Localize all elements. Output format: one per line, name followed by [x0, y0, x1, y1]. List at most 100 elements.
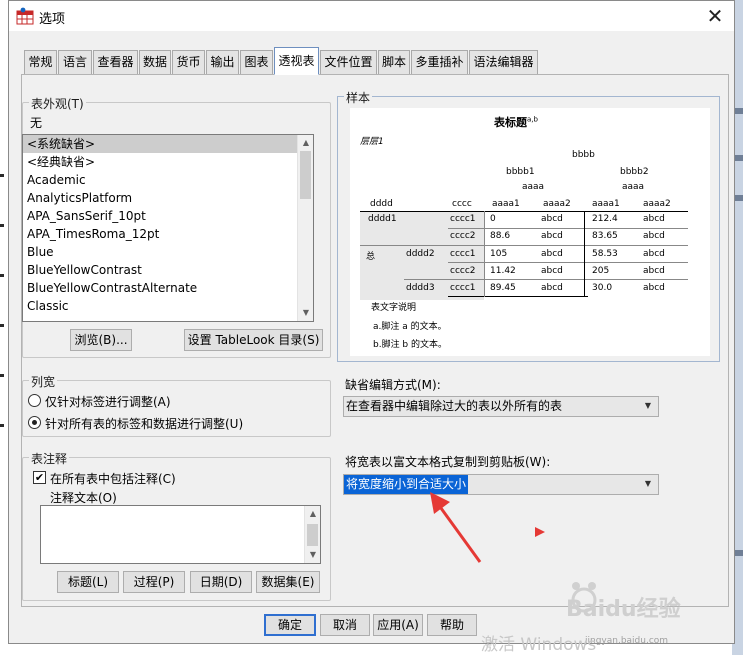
sample-rule	[584, 211, 585, 297]
sample-row-c1: cccc1	[450, 283, 476, 293]
all-tables-radio[interactable]	[28, 416, 41, 429]
list-item[interactable]: Academic	[23, 171, 313, 189]
tab-scripts[interactable]: 脚本	[378, 50, 410, 74]
browse-button[interactable]: 浏览(B)...	[70, 329, 132, 351]
copy-mode-dropdown[interactable]: 将宽度缩小到合适大小 ▼	[343, 474, 659, 495]
sample-cell: abcd	[643, 231, 665, 241]
sample-cell: 11.42	[490, 266, 516, 276]
dataset-button[interactable]: 数据集(E)	[256, 571, 320, 593]
scroll-thumb[interactable]	[307, 524, 318, 546]
table-appearance-label: 表外观(T)	[29, 95, 86, 112]
list-item[interactable]: AnalyticsPlatform	[23, 189, 313, 207]
tab-syntax-editor[interactable]: 语法编辑器	[469, 50, 538, 74]
labels-only-label[interactable]: 仅针对标签进行调整(A)	[45, 393, 171, 410]
tablelook-listbox[interactable]: <系统缺省> <经典缺省> Academic AnalyticsPlatform…	[22, 134, 314, 322]
spss-app-icon	[16, 7, 34, 25]
sample-col-b1: bbbb1	[506, 167, 535, 177]
annotation-arrow-icon	[430, 492, 482, 563]
note-text-label: 注释文本(O)	[50, 491, 117, 505]
cancel-button[interactable]: 取消	[320, 614, 370, 636]
tab-data[interactable]: 数据	[139, 50, 171, 74]
sample-footnote-b: b.脚注 b 的文本。	[373, 340, 448, 350]
tab-charts[interactable]: 图表	[240, 50, 273, 74]
sample-cell: 0	[490, 214, 496, 224]
sample-row-d1: dddd1	[368, 214, 397, 224]
activate-windows-text: 激活 Windows	[481, 635, 597, 655]
sample-col-a2-left: aaaa2	[543, 199, 571, 209]
help-button[interactable]: 帮助	[427, 614, 477, 636]
annotation-triangle-icon	[535, 527, 545, 537]
tab-general[interactable]: 常规	[24, 50, 57, 74]
edit-mode-value: 在查看器中编辑除过大的表以外所有的表	[346, 399, 563, 413]
list-item[interactable]: Classic	[23, 297, 313, 315]
tablelook-scrollbar[interactable]: ▲ ▼	[297, 135, 313, 321]
sample-cell: 89.45	[490, 283, 516, 293]
sample-rule	[360, 211, 688, 212]
sample-cell: abcd	[643, 249, 665, 259]
procedure-button[interactable]: 过程(P)	[123, 571, 185, 593]
list-item[interactable]: APA_TimesRoma_12pt	[23, 225, 313, 243]
tab-pivot-tables[interactable]: 透视表	[274, 47, 319, 75]
sample-rule	[404, 279, 688, 280]
sample-rule	[484, 211, 485, 297]
tab-multiple-imputation[interactable]: 多重插补	[411, 50, 468, 74]
list-item[interactable]: BlueYellowContrastAlternate	[23, 279, 313, 297]
set-tablelook-directory-button[interactable]: 设置 TableLook 目录(S)	[184, 329, 323, 351]
sample-row-d: dddd	[370, 199, 393, 209]
tab-viewer[interactable]: 查看器	[93, 50, 138, 74]
sample-cell: abcd	[643, 283, 665, 293]
note-text-area[interactable]: ▲ ▼	[40, 505, 321, 564]
sample-col-a-left: aaaa	[522, 182, 545, 192]
sample-cell: 88.6	[490, 231, 511, 241]
sample-cell: abcd	[643, 266, 665, 276]
tab-currency[interactable]: 货币	[172, 50, 205, 74]
current-tablelook-value: 无	[30, 116, 43, 130]
sample-row-c1: cccc1	[450, 214, 476, 224]
tab-file-locations[interactable]: 文件位置	[320, 50, 377, 74]
svg-text:Baidu经验: Baidu经验	[566, 596, 681, 622]
sample-row-c2: cccc2	[450, 266, 476, 276]
tab-output[interactable]: 输出	[206, 50, 239, 74]
copy-mode-label: 将宽表以富文本格式复制到剪贴板(W):	[345, 455, 551, 469]
ok-button[interactable]: 确定	[264, 614, 316, 636]
labels-only-radio[interactable]	[28, 394, 41, 407]
scroll-thumb[interactable]	[300, 151, 311, 199]
tab-language[interactable]: 语言	[58, 50, 92, 74]
list-item[interactable]: <经典缺省>	[23, 153, 313, 171]
scroll-up-icon[interactable]: ▲	[298, 135, 313, 151]
sample-rule	[360, 245, 688, 246]
baidu-jingyan-watermark: Baidu经验	[566, 582, 681, 622]
chevron-down-icon: ▼	[644, 479, 652, 488]
sample-col-a1-right: aaaa1	[592, 199, 620, 209]
scroll-down-icon[interactable]: ▼	[298, 305, 313, 321]
watermark-site: jingyan.baidu.com	[585, 636, 669, 646]
scroll-down-icon[interactable]: ▼	[305, 547, 321, 563]
sample-cell: 83.65	[592, 231, 618, 241]
note-scrollbar[interactable]: ▲ ▼	[304, 506, 320, 563]
sample-cell: 205	[592, 266, 610, 276]
sample-cell: abcd	[541, 266, 563, 276]
edit-mode-dropdown[interactable]: 在查看器中编辑除过大的表以外所有的表 ▼	[343, 396, 659, 417]
list-item[interactable]: APA_SansSerif_10pt	[23, 207, 313, 225]
include-notes-checkbox[interactable]: ✔	[33, 471, 46, 484]
sample-col-b2: bbbb2	[620, 167, 649, 177]
date-button[interactable]: 日期(D)	[190, 571, 252, 593]
list-item[interactable]: Blue	[23, 243, 313, 261]
close-icon[interactable]: ✕	[702, 3, 728, 29]
column-width-label: 列宽	[29, 373, 58, 390]
all-tables-label[interactable]: 针对所有表的标签和数据进行调整(U)	[45, 415, 243, 432]
sample-cell: abcd	[643, 214, 665, 224]
title-bar[interactable]: 选项 ✕	[9, 1, 734, 31]
sample-row-c: cccc	[452, 199, 472, 209]
list-item[interactable]: BlueYellowContrast	[23, 261, 313, 279]
list-item[interactable]: <系统缺省>	[23, 135, 313, 153]
sample-cell: abcd	[541, 231, 563, 241]
apply-button[interactable]: 应用(A)	[373, 614, 423, 636]
title-button[interactable]: 标题(L)	[57, 571, 119, 593]
include-notes-label[interactable]: 在所有表中包括注释(C)	[50, 470, 176, 487]
sample-cell: 30.0	[592, 283, 613, 293]
chevron-down-icon: ▼	[644, 401, 652, 410]
scroll-up-icon[interactable]: ▲	[305, 506, 321, 522]
sample-col-a1-left: aaaa1	[492, 199, 520, 209]
sample-label: 样本	[344, 89, 373, 106]
